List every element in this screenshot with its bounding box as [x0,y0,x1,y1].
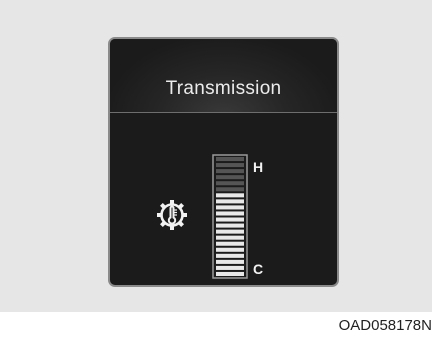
gauge-segment-lit [216,205,244,210]
gauge-segment-lit [216,199,244,204]
gauge-segment-lit [216,193,244,198]
title-divider [110,112,337,113]
gauge-segment-lit [216,259,244,264]
title-band [110,39,337,112]
gauge-segment-unlit [216,157,244,162]
figure-code: OAD058178N [338,317,432,334]
gauge-low-label: C [253,261,264,277]
gauge-segment-lit [216,247,244,252]
gauge-segment-lit [216,271,244,276]
gauge-segment-lit [216,253,244,258]
gauge-segment-unlit [216,163,244,168]
gauge-segment-lit [216,229,244,234]
gauge-segment-unlit [216,169,244,174]
temperature-gauge [212,154,248,279]
gauge-segment-lit [216,265,244,270]
gauge-segment-lit [216,217,244,222]
gauge-frame [212,154,248,279]
transmission-temperature-icon [157,200,187,230]
gauge-high-label: H [253,159,264,175]
gauge-segment-lit [216,241,244,246]
gauge-segment-unlit [216,175,244,180]
cluster-display-panel: Transmission H C [108,37,339,287]
gauge-segment-unlit [216,187,244,192]
panel-title: Transmission [165,78,282,99]
gauge-segment-unlit [216,181,244,186]
gauge-segment-lit [216,223,244,228]
gauge-segment-lit [216,211,244,216]
gauge-segment-lit [216,235,244,240]
